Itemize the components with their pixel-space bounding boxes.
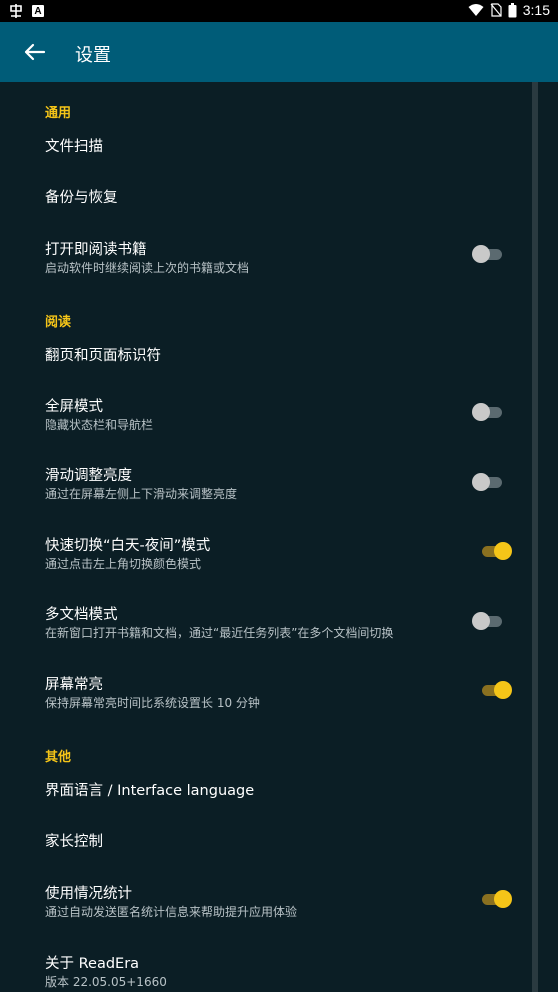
setting-title: 滑动调整亮度	[45, 468, 132, 484]
swipe-brightness-toggle[interactable]	[470, 470, 510, 494]
setting-subtitle: 通过点击左上角切换颜色模式	[45, 557, 202, 571]
open-book-toggle[interactable]	[470, 242, 510, 266]
scrollbar[interactable]	[532, 82, 538, 992]
setting-subtitle: 隐藏状态栏和导航栏	[45, 418, 154, 432]
app-a-icon: A	[32, 5, 44, 17]
setting-title: 多文档模式	[45, 607, 118, 623]
setting-title: 全屏模式	[45, 399, 103, 415]
setting-subtitle: 在新窗口打开书籍和文档，通过“最近任务列表”在多个文档间切换	[45, 626, 394, 640]
usage-statistics-toggle[interactable]	[476, 887, 516, 911]
setting-title: 家长控制	[45, 834, 103, 850]
battery-icon	[508, 2, 517, 17]
multi-document-toggle[interactable]	[470, 609, 510, 633]
setting-title: 屏幕常亮	[45, 677, 103, 693]
setting-subtitle: 通过自动发送匿名统计信息来帮助提升应用体验	[45, 905, 298, 919]
setting-title: 备份与恢复	[45, 190, 118, 206]
fullscreen-toggle[interactable]	[470, 400, 510, 424]
wifi-icon	[468, 4, 484, 16]
setting-title: 快速切换“白天-夜间”模式	[45, 538, 211, 554]
setting-subtitle: 保持屏幕常亮时间比系统设置长 10 分钟	[45, 696, 260, 710]
app-notification-icon	[10, 4, 22, 18]
setting-title: 使用情况统计	[45, 886, 132, 902]
setting-title: 文件扫描	[45, 139, 103, 155]
day-night-toggle[interactable]	[476, 539, 516, 563]
status-time: 3:15	[522, 2, 550, 18]
setting-title: 关于 ReadEra	[45, 956, 140, 972]
setting-subtitle: 版本 22.05.05+1660	[45, 975, 167, 989]
settings-list: 通用 文件扫描 备份与恢复 打开即阅读书籍 启动软件时继续阅读上次的书籍或文档 …	[0, 82, 532, 992]
app-bar: 设置	[0, 22, 558, 82]
section-header-general: 通用	[45, 106, 72, 121]
setting-title: 界面语言 / Interface language	[45, 783, 255, 799]
back-arrow-icon[interactable]	[22, 42, 46, 62]
keep-screen-on-toggle[interactable]	[476, 678, 516, 702]
setting-subtitle: 启动软件时继续阅读上次的书籍或文档	[45, 261, 250, 275]
page-title: 设置	[75, 45, 111, 66]
setting-title: 翻页和页面标识符	[45, 348, 161, 364]
setting-subtitle: 通过在屏幕左侧上下滑动来调整亮度	[45, 487, 238, 501]
setting-title: 打开即阅读书籍	[45, 242, 147, 258]
section-header-other: 其他	[45, 750, 72, 765]
section-header-reading: 阅读	[45, 315, 72, 330]
status-bar: A 3:15	[0, 0, 558, 22]
no-sim-icon	[490, 3, 502, 17]
